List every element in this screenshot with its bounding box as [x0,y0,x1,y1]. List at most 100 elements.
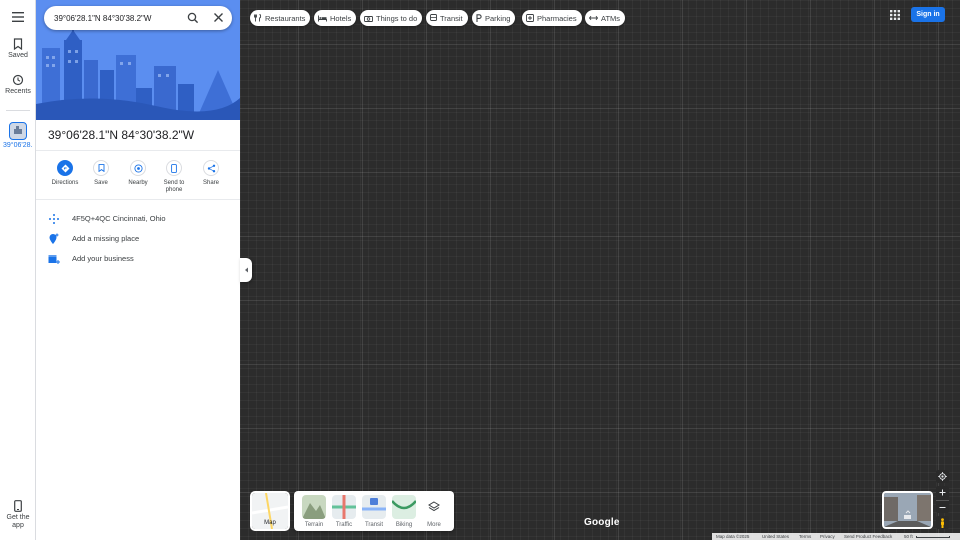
chip-pharmacies[interactable]: Pharmacies [522,10,582,26]
send-to-phone-label: Send to phone [163,180,185,193]
restaurant-icon [254,14,262,22]
sign-in-button[interactable]: Sign in [911,7,945,22]
plus-icon [939,489,946,496]
search-input[interactable] [54,10,180,26]
save-button[interactable]: Save [83,160,119,187]
parking-icon [476,14,482,22]
street-view-thumbnail[interactable] [882,491,933,529]
chip-hotels-label: Hotels [330,13,352,23]
place-panel: 39°06'28.1"N 84°30'38.2"W Directions Sav… [36,0,240,540]
directions-circle [57,160,73,176]
send-to-phone-button[interactable]: Send to phone [156,160,192,194]
nearby-button[interactable]: Nearby [120,160,156,187]
apps-grid-icon[interactable] [890,10,900,20]
share-button[interactable]: Share [193,160,229,187]
chip-transit-label: Transit [440,13,463,23]
share-label: Share [202,180,219,186]
my-location-icon [938,472,947,481]
place-title: 39°06'28.1"N 84°30'38.2"W [48,128,195,142]
zoom-controls [936,486,949,513]
saved-button[interactable]: Saved [0,38,36,60]
zoom-in-button[interactable] [936,486,949,499]
recent-place-thumb [9,122,27,140]
layer-terrain[interactable]: Terrain [300,495,328,528]
recents-label: Recents [5,88,31,95]
privacy-link[interactable]: Privacy [820,534,835,539]
add-location-icon [49,233,59,244]
terrain-label: Terrain [304,522,324,528]
phone-icon [14,500,22,512]
chip-atms-label: ATMs [601,13,621,23]
terms-link[interactable]: Terms [799,534,811,539]
rail-divider [6,110,30,111]
menu-icon [12,12,24,22]
map-data-text: Map data ©2025 [716,534,750,539]
search-box [44,6,232,30]
hotel-icon [318,15,327,21]
collapse-panel-button[interactable] [240,258,252,282]
map-type-toggle[interactable]: Map [250,491,290,531]
pegman-button[interactable] [936,516,949,529]
send-to-phone-circle [166,160,182,176]
plus-code-text: 4F5Q+4QC Cincinnati, Ohio [72,214,166,223]
google-logo: Google [584,517,620,528]
chip-things-to-do-label: Things to do [376,13,418,23]
saved-label: Saved [8,52,28,59]
add-business-row[interactable]: Add your business [36,250,240,268]
transit-icon [362,495,386,519]
place-actions: Directions Save Nearby Send to phone Sha… [36,150,240,200]
chip-parking[interactable]: Parking [472,10,516,26]
chip-transit[interactable]: Transit [426,10,468,26]
recents-button[interactable]: Recents [0,74,36,96]
plus-code-icon [49,214,59,224]
layer-biking[interactable]: Biking [390,495,418,528]
layer-more[interactable]: More [420,495,448,528]
region-link[interactable]: United States [762,534,789,539]
scale-bar [916,536,950,538]
map-canvas[interactable] [240,0,960,540]
chip-hotels[interactable]: Hotels [314,10,357,26]
chip-restaurants-label: Restaurants [265,13,306,23]
add-missing-place-text: Add a missing place [72,234,140,243]
recent-place-button[interactable]: 39°06'28.1"N [0,122,36,158]
chevron-left-icon [244,267,248,273]
nearby-icon [133,163,143,173]
traffic-thumb [332,495,356,519]
nearby-circle [130,160,146,176]
biking-icon [392,495,416,519]
bookmark-icon [13,38,23,50]
directions-button[interactable]: Directions [47,160,83,187]
layers-icon [428,501,440,512]
more-thumb [422,495,446,519]
share-circle [203,160,219,176]
zoom-out-button[interactable] [936,500,949,513]
feedback-link[interactable]: Send Product Feedback [844,534,892,539]
get-app-label: Get the app [6,514,30,529]
train-icon [430,14,437,21]
directions-icon [61,164,69,172]
traffic-icon [332,495,356,519]
close-icon[interactable] [213,12,224,23]
my-location-button[interactable] [936,470,949,483]
pegman-icon [941,517,944,528]
add-business-icon [48,255,60,264]
street-view-image [884,493,931,527]
layer-traffic[interactable]: Traffic [330,495,358,528]
search-icon[interactable] [187,12,199,24]
transit-label: Transit [364,522,384,528]
share-icon [207,164,215,172]
chip-parking-label: Parking [485,13,511,23]
chip-things-to-do[interactable]: Things to do [360,10,423,26]
chip-restaurants[interactable]: Restaurants [250,10,311,26]
pharmacy-icon [526,14,534,22]
map-footer: Map data ©2025 United States Terms Priva… [712,533,960,540]
map-type-label: Map [264,520,276,526]
layer-transit[interactable]: Transit [360,495,388,528]
chip-atms[interactable]: ATMs [585,10,626,26]
get-app-button[interactable]: Get the app [0,500,36,530]
minus-icon [939,506,946,508]
add-missing-place-row[interactable]: Add a missing place [36,230,240,248]
plus-code-row[interactable]: 4F5Q+4QC Cincinnati, Ohio [36,210,240,228]
menu-button[interactable] [0,12,36,24]
transit-thumb [362,495,386,519]
